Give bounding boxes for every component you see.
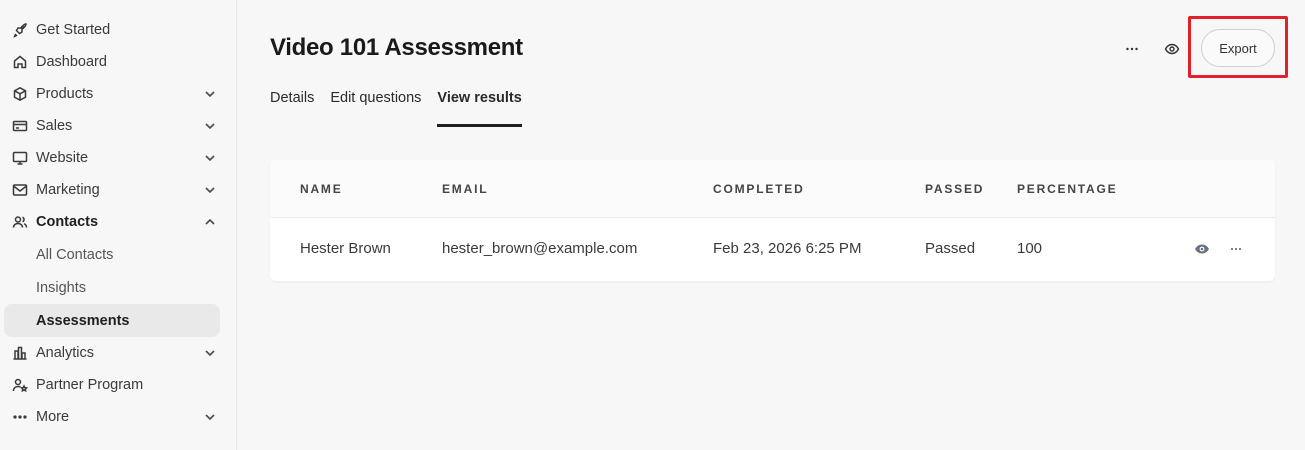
row-more-options-icon[interactable] — [1228, 241, 1246, 259]
chevron-down-icon[interactable] — [204, 184, 216, 196]
sidebar-subitem-all-contacts[interactable]: All Contacts — [0, 238, 236, 271]
sidebar-item-label: More — [36, 409, 70, 425]
more-horizontal-icon — [12, 409, 28, 425]
sidebar-item-partner-program[interactable]: Partner Program — [0, 369, 236, 401]
tab-view-results[interactable]: View results — [437, 90, 523, 127]
cell-name: Hester Brown — [300, 240, 391, 257]
sidebar: Get Started Dashboard Products Sales Web… — [0, 0, 237, 450]
more-options-button[interactable] — [1118, 35, 1146, 63]
home-icon — [12, 54, 28, 70]
chevron-down-icon[interactable] — [204, 347, 216, 359]
sidebar-item-label: Analytics — [36, 345, 95, 361]
table-row[interactable]: Hester Brown hester_brown@example.com Fe… — [270, 218, 1275, 281]
rocket-icon — [12, 22, 28, 38]
chevron-down-icon[interactable] — [204, 152, 216, 164]
eye-icon — [1164, 43, 1180, 55]
chevron-down-icon[interactable] — [204, 411, 216, 423]
sidebar-item-label: Dashboard — [36, 54, 107, 70]
sidebar-item-label: Website — [36, 150, 89, 166]
column-header-percentage: PERCENTAGE — [1017, 182, 1118, 196]
users-icon — [12, 214, 28, 230]
tab-edit-questions[interactable]: Edit questions — [330, 90, 421, 127]
bar-chart-icon — [12, 345, 28, 361]
sidebar-item-label: Get Started — [36, 22, 111, 38]
export-button[interactable]: Export — [1201, 29, 1275, 67]
sidebar-subitem-insights[interactable]: Insights — [0, 271, 236, 304]
table-header: NAME EMAIL COMPLETED PASSED PERCENTAGE — [270, 160, 1275, 218]
sidebar-item-products[interactable]: Products — [0, 78, 236, 110]
cell-percentage: 100 — [1017, 240, 1043, 257]
sidebar-item-label: Products — [36, 86, 94, 102]
column-header-email: EMAIL — [442, 182, 489, 196]
header-actions — [1118, 30, 1186, 68]
sidebar-item-dashboard[interactable]: Dashboard — [0, 46, 236, 78]
sidebar-item-analytics[interactable]: Analytics — [0, 337, 236, 369]
cell-completed: Feb 23, 2026 6:25 PM — [713, 240, 862, 257]
sidebar-item-get-started[interactable]: Get Started — [0, 14, 236, 46]
credit-card-icon — [12, 118, 28, 134]
column-header-name: NAME — [300, 182, 343, 196]
sidebar-subitem-assessments[interactable]: Assessments — [4, 304, 220, 337]
cell-email: hester_brown@example.com — [442, 240, 638, 257]
sidebar-item-marketing[interactable]: Marketing — [0, 174, 236, 206]
sidebar-item-label: Contacts — [36, 214, 99, 230]
chevron-down-icon[interactable] — [204, 120, 216, 132]
tab-bar: Details Edit questions View results — [270, 90, 538, 127]
main-content: Video 101 Assessment Export Details Edit… — [238, 0, 1305, 450]
preview-button[interactable] — [1158, 35, 1186, 63]
chevron-up-icon[interactable] — [204, 216, 216, 228]
cell-passed: Passed — [925, 240, 976, 257]
box-icon — [12, 86, 28, 102]
mail-icon — [12, 182, 28, 198]
sidebar-item-contacts[interactable]: Contacts — [0, 206, 236, 238]
sidebar-item-label: Marketing — [36, 182, 100, 198]
sidebar-item-label: Partner Program — [36, 377, 144, 393]
view-result-eye-icon[interactable] — [1194, 241, 1212, 259]
page-title: Video 101 Assessment — [270, 34, 523, 61]
sidebar-item-sales[interactable]: Sales — [0, 110, 236, 142]
tab-details[interactable]: Details — [270, 90, 314, 127]
more-horizontal-icon — [1126, 47, 1138, 51]
sidebar-item-label: Sales — [36, 118, 73, 134]
results-table: NAME EMAIL COMPLETED PASSED PERCENTAGE H… — [270, 160, 1275, 281]
sidebar-item-website[interactable]: Website — [0, 142, 236, 174]
monitor-icon — [12, 150, 28, 166]
column-header-completed: COMPLETED — [713, 182, 805, 196]
column-header-passed: PASSED — [925, 182, 985, 196]
sidebar-item-more[interactable]: More — [0, 401, 236, 433]
partner-icon — [12, 377, 28, 393]
chevron-down-icon[interactable] — [204, 88, 216, 100]
